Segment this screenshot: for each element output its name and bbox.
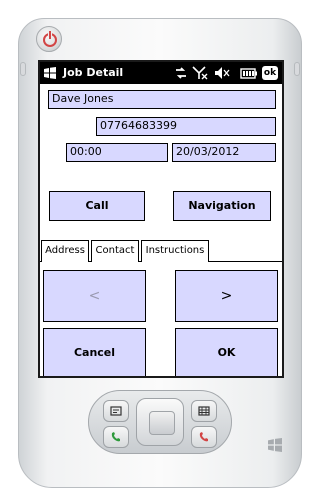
tab-address[interactable]: Address <box>41 240 89 262</box>
call-button[interactable]: Call <box>49 191 145 221</box>
title-bar: Job Detail ok <box>40 62 282 84</box>
call-key[interactable] <box>103 426 129 448</box>
battery-icon[interactable] <box>240 66 258 80</box>
next-button[interactable]: > <box>175 270 278 322</box>
tab-contact[interactable]: Contact <box>91 240 139 263</box>
windows-logo-icon <box>268 438 282 452</box>
name-field[interactable]: Dave Jones <box>48 90 276 109</box>
softkey-right-icon <box>198 406 210 416</box>
ok-button[interactable]: OK <box>175 328 278 376</box>
connectivity-icon[interactable] <box>174 66 188 80</box>
right-side-button <box>294 62 300 76</box>
power-button[interactable] <box>36 26 62 52</box>
volume-muted-icon[interactable] <box>214 66 230 80</box>
time-field[interactable]: 00:00 <box>66 143 168 162</box>
window-title: Job Detail <box>63 66 124 79</box>
navigation-dpad[interactable] <box>136 398 184 446</box>
softkey-left-icon <box>110 406 122 416</box>
ok-close-button[interactable]: ok <box>262 66 278 80</box>
left-softkey[interactable] <box>103 400 129 422</box>
phone-call-icon <box>111 432 120 442</box>
tab-instructions[interactable]: Instructions <box>141 240 209 262</box>
phone-end-icon <box>199 432 208 442</box>
end-call-key[interactable] <box>191 426 217 448</box>
cancel-button[interactable]: Cancel <box>43 328 146 376</box>
date-field[interactable]: 20/03/2012 <box>172 143 276 162</box>
device-screen: Job Detail ok Dave Jones 07764683399 00:… <box>38 60 284 378</box>
windows-start-icon[interactable] <box>44 67 56 79</box>
right-softkey[interactable] <box>191 400 217 422</box>
dpad-center-button[interactable] <box>149 411 175 435</box>
phone-field[interactable]: 07764683399 <box>96 117 276 136</box>
navigation-button[interactable]: Navigation <box>173 191 271 221</box>
left-side-button <box>20 62 26 76</box>
no-signal-icon[interactable] <box>192 66 208 80</box>
previous-button[interactable]: < <box>43 270 146 322</box>
